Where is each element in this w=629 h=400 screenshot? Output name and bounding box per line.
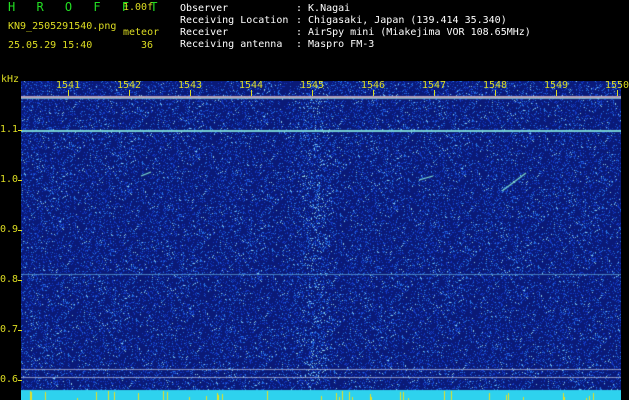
y-tick-label: 0.7: [0, 324, 19, 335]
meteor-count: 36: [141, 40, 154, 51]
unit-label: kHz: [1, 74, 20, 85]
x-tick-mark: [251, 90, 252, 96]
y-tick-label: 0.8: [0, 274, 19, 285]
spectrogram-plot: [21, 81, 621, 400]
y-tick-mark: [18, 280, 22, 281]
spectrogram-canvas: [21, 81, 621, 400]
antenna-label: Receiving antenna: [180, 39, 283, 50]
location-label: Receiving Location: [180, 15, 289, 26]
x-tick-mark: [434, 90, 435, 96]
y-tick-mark: [18, 380, 22, 381]
x-tick-mark: [495, 90, 496, 96]
antenna-value: : Maspro FM-3: [296, 39, 375, 50]
y-tick-label: 1.1: [0, 124, 19, 135]
location-value: : Chigasaki, Japan (139.414 35.340): [296, 15, 507, 26]
y-tick-label: 0.6: [0, 374, 19, 385]
receiver-label: Receiver: [180, 27, 229, 38]
file-name: KN9_2505291540.png: [8, 21, 117, 32]
y-tick-mark: [18, 330, 22, 331]
y-tick-label: 0.9: [0, 224, 19, 235]
observer-value: : K.Nagai: [296, 3, 351, 14]
x-tick-mark: [556, 90, 557, 96]
meteor-label: meteor: [123, 27, 160, 38]
x-tick-mark: [129, 90, 130, 96]
timestamp: 25.05.29 15:40: [8, 40, 93, 51]
x-tick-mark: [312, 90, 313, 96]
receiver-value: : AirSpy mini (Miakejima VOR 108.65MHz): [296, 27, 531, 38]
y-tick-mark: [18, 230, 22, 231]
observer-label: Observer: [180, 3, 229, 14]
x-tick-mark: [373, 90, 374, 96]
y-tick-mark: [18, 180, 22, 181]
x-tick-mark: [617, 90, 618, 96]
y-tick-mark: [18, 130, 22, 131]
y-tick-label: 1.0: [0, 174, 19, 185]
x-tick-mark: [190, 90, 191, 96]
version-label: 1.00f: [123, 2, 154, 13]
x-tick-mark: [68, 90, 69, 96]
